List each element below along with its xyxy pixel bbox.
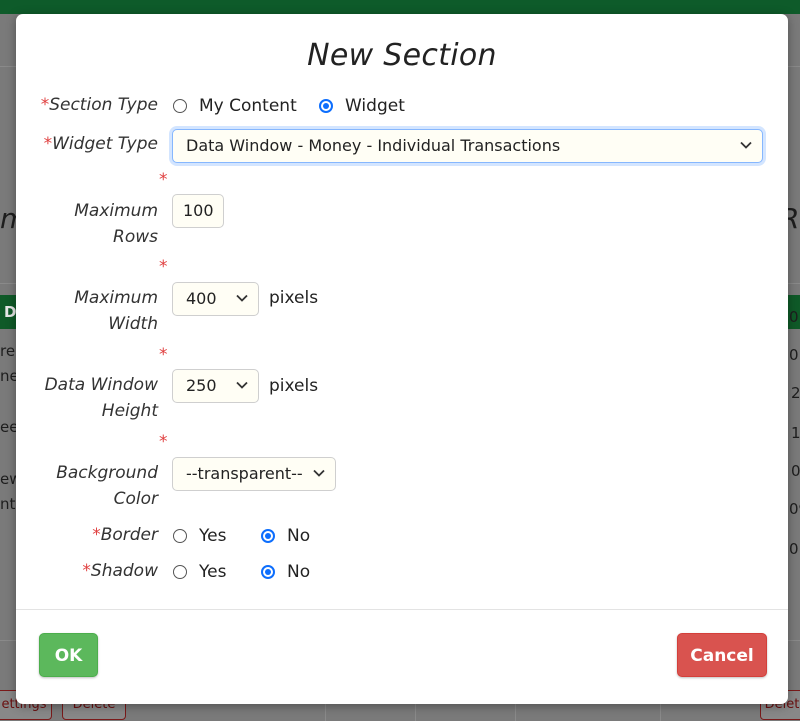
table-cell-fragment: 01 [789, 346, 800, 364]
radio-label: No [287, 562, 311, 582]
cancel-button[interactable]: Cancel [677, 633, 767, 677]
shadow-label-text: Shadow [90, 561, 158, 581]
label-line: Maximum [74, 288, 158, 308]
maximum-width-unit: pixels [269, 288, 319, 308]
label-line: Rows [113, 227, 158, 247]
section-type-my-content-radio[interactable]: My Content [173, 96, 297, 116]
required-marker: * [159, 257, 168, 277]
data-window-height-label: Data Window Height [16, 372, 158, 424]
data-window-height-select[interactable]: 250 [172, 369, 259, 403]
label-line: Height [101, 401, 158, 421]
background-color-label: Background Color [16, 460, 158, 512]
background-color-value: --transparent-- [186, 464, 303, 483]
radio-button[interactable] [173, 529, 187, 543]
new-section-dialog: New Section *Section Type My Content Wid… [16, 14, 788, 704]
border-label-text: Border [100, 525, 158, 545]
shadow-label: *Shadow [16, 558, 158, 584]
radio-label: My Content [199, 96, 297, 116]
data-window-height-unit: pixels [269, 376, 319, 396]
label-line: Width [108, 314, 158, 334]
widget-type-label: *Widget Type [16, 131, 158, 157]
table-cell-fragment: 01 [789, 540, 800, 558]
required-marker: * [82, 561, 91, 581]
label-line: Color [113, 489, 158, 509]
table-cell-fragment: 09 [789, 500, 800, 518]
label-line: Background [56, 463, 158, 483]
radio-label: Widget [345, 96, 405, 116]
label-line: Data Window [44, 375, 158, 395]
dialog-footer-divider [16, 609, 788, 610]
page-header-bar [0, 0, 800, 14]
required-marker: * [40, 95, 50, 115]
section-type-widget-radio[interactable]: Widget [319, 96, 405, 116]
required-marker: * [92, 525, 101, 545]
chevron-down-icon [740, 141, 752, 149]
radio-button-checked[interactable] [261, 529, 275, 543]
widget-type-label-text: Widget Type [52, 134, 158, 154]
required-marker: * [43, 134, 53, 154]
radio-button[interactable] [173, 99, 187, 113]
ok-button[interactable]: OK [39, 633, 98, 677]
background-color-select[interactable]: --transparent-- [172, 457, 336, 491]
chevron-down-icon [313, 469, 325, 477]
chevron-down-icon [236, 381, 248, 389]
table-cell-fragment: 01 [789, 308, 800, 326]
table-cell-fragment: 0 [791, 462, 800, 480]
maximum-rows-label: Maximum Rows [16, 198, 158, 250]
dialog-title: New Section [307, 38, 497, 73]
maximum-rows-input[interactable]: 100 [172, 194, 224, 228]
border-yes-radio[interactable]: Yes [173, 526, 226, 546]
radio-button-checked[interactable] [319, 99, 333, 113]
data-window-height-value: 250 [186, 376, 217, 395]
radio-button-checked[interactable] [261, 565, 275, 579]
radio-label: Yes [199, 526, 227, 546]
maximum-width-label: Maximum Width [16, 285, 158, 337]
border-label: *Border [16, 522, 158, 548]
required-marker: * [159, 170, 168, 190]
table-header-fragment: D [4, 303, 17, 321]
border-no-radio[interactable]: No [261, 526, 310, 546]
chevron-down-icon [236, 294, 248, 302]
widget-type-value: Data Window - Money - Individual Transac… [186, 136, 561, 155]
table-cell-fragment: nt [0, 495, 16, 513]
section-type-label-text: Section Type [49, 95, 158, 115]
label-line: Maximum [74, 201, 158, 221]
shadow-yes-radio[interactable]: Yes [173, 562, 226, 582]
radio-button[interactable] [173, 565, 187, 579]
shadow-no-radio[interactable]: No [261, 562, 310, 582]
table-cell-fragment: 1 [791, 424, 800, 442]
section-type-label: *Section Type [16, 92, 158, 118]
maximum-width-value: 400 [186, 289, 217, 308]
table-cell-fragment: 2 [791, 384, 800, 402]
widget-type-select[interactable]: Data Window - Money - Individual Transac… [172, 129, 763, 163]
radio-label: No [287, 526, 311, 546]
maximum-width-select[interactable]: 400 [172, 282, 259, 316]
required-marker: * [159, 432, 168, 452]
radio-label: Yes [199, 562, 227, 582]
required-marker: * [159, 345, 168, 365]
